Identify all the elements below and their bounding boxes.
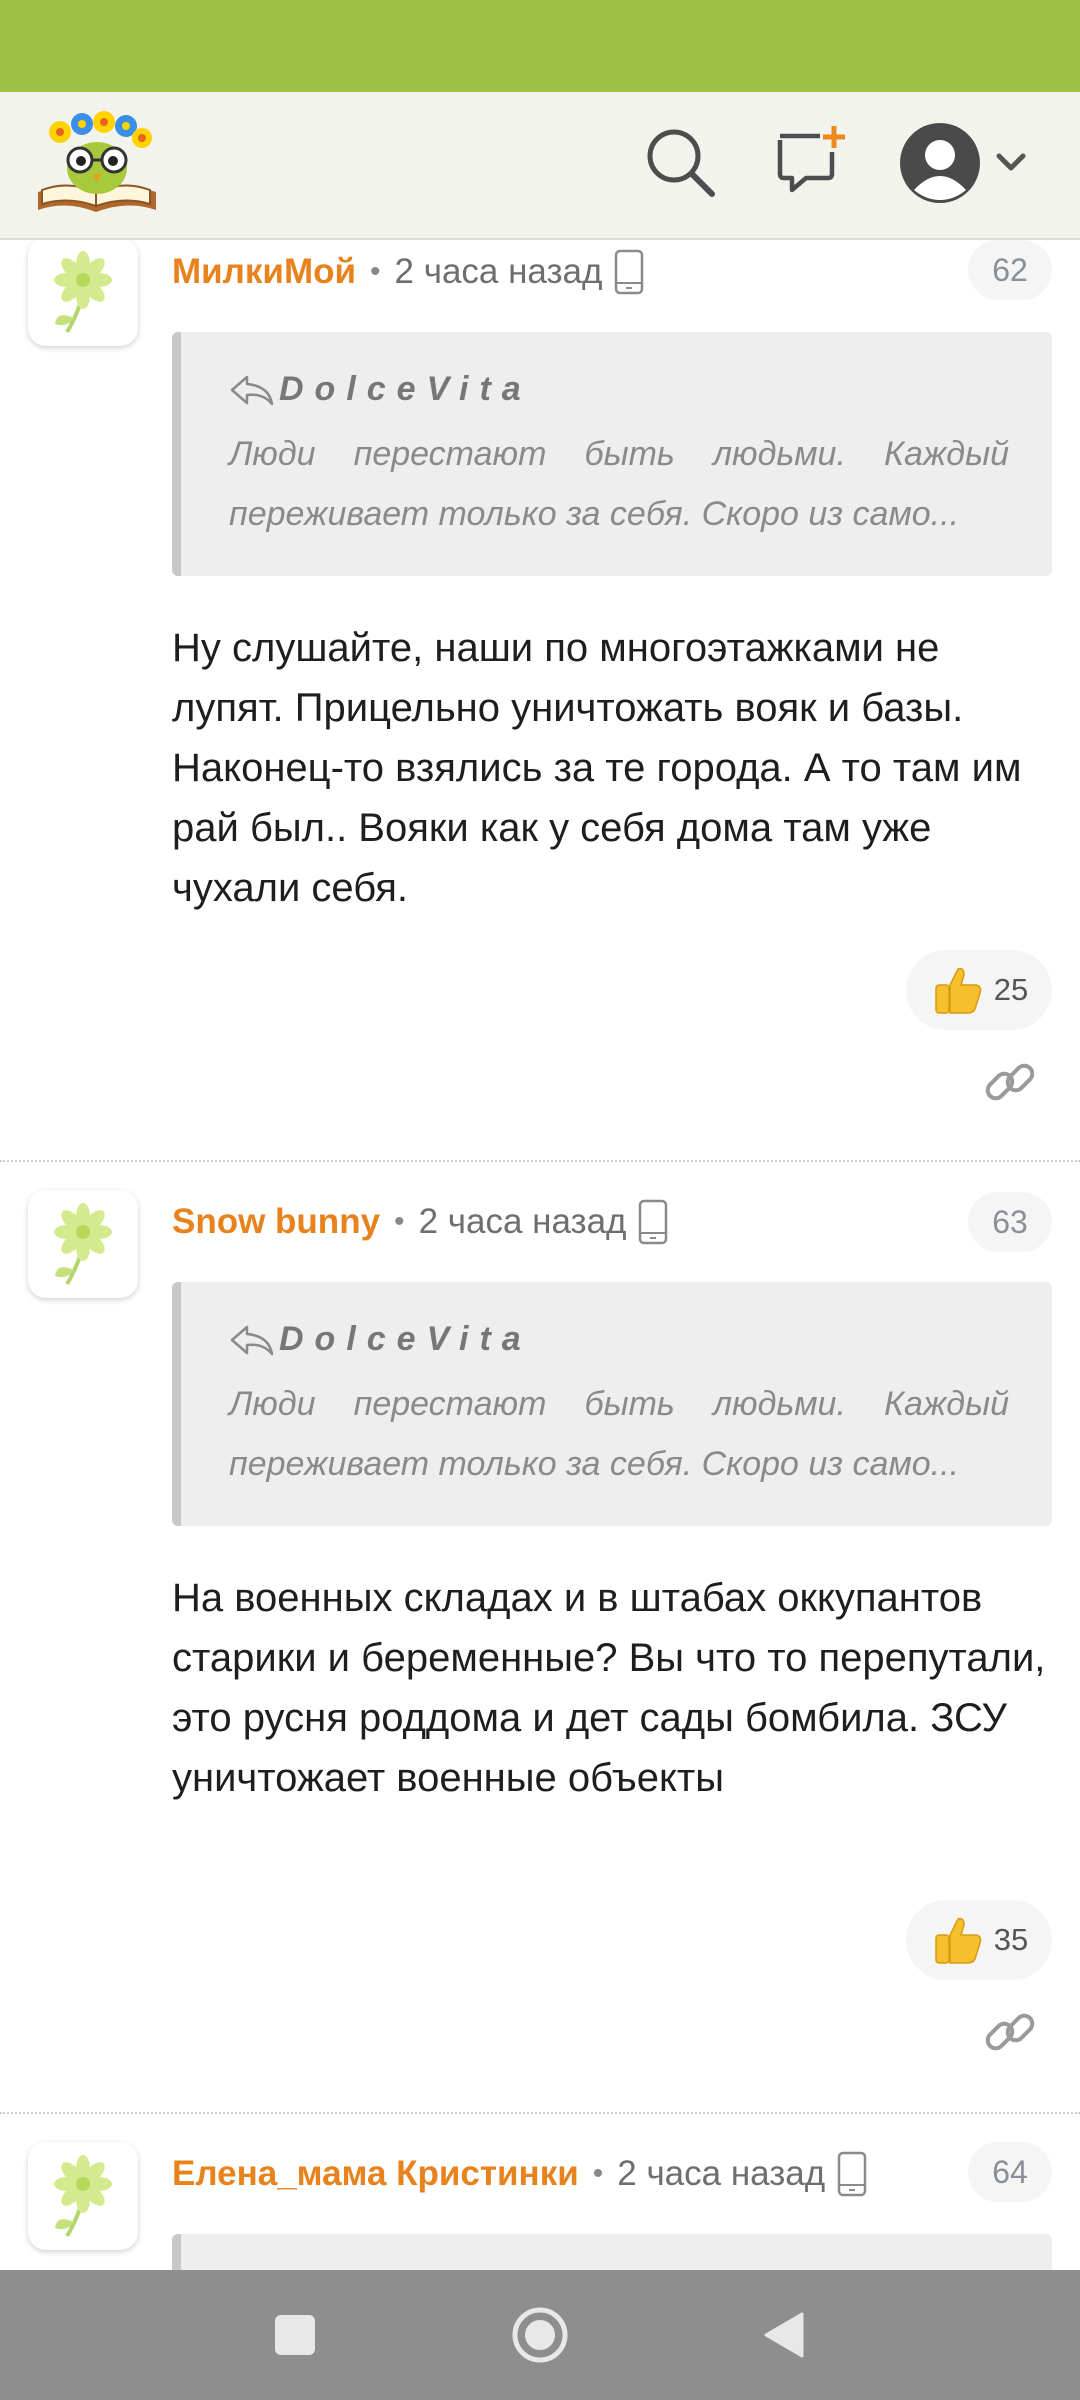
comment-divider [0,1160,1080,1162]
search-button[interactable] [640,122,720,202]
link-icon [985,2013,1035,2051]
meta-separator: • [592,2157,604,2190]
comment-meta: Елена_мама Кристинки • 2 часа назад [172,2146,867,2202]
meta-separator: • [370,255,381,288]
meta-separator: • [394,1205,405,1238]
phone-icon [837,2151,867,2197]
site-logo[interactable] [32,110,162,218]
reply-arrow-icon [230,1325,274,1355]
comment-author[interactable]: МилкиМой [172,252,356,292]
user-avatar-icon [900,123,980,203]
quote-header: DolceVita [229,370,532,409]
thumbs-up-icon [935,967,981,1014]
permalink-button[interactable] [980,2002,1040,2062]
comment-number-badge[interactable]: 62 [968,240,1052,300]
app-header [0,92,1080,240]
link-icon [985,1063,1035,1101]
phone-icon [639,1199,668,1245]
quote-line-2: переживает только за себя. Скоро из само… [229,1445,960,1483]
like-count: 35 [993,1922,1029,1957]
search-icon [647,129,715,197]
circle-icon [512,2307,568,2363]
avatar[interactable] [28,1190,138,1298]
comment-meta: МилкиМой • 2 часа назад [172,244,644,300]
recents-button[interactable] [260,2300,330,2370]
flower-icon [54,2155,112,2238]
quoted-reply[interactable]: DolceVita Люди перестают быть людьми. Ка… [172,1282,1052,1526]
comment-divider [0,2112,1080,2114]
square-icon [275,2315,315,2355]
like-button[interactable]: 35 [906,1900,1052,1980]
like-button[interactable]: 25 [906,950,1052,1030]
avatar[interactable] [28,240,138,346]
phone-icon [615,249,644,295]
comment-meta: Snow bunny • 2 часа назад [172,1194,668,1250]
avatar[interactable] [28,2142,138,2250]
new-post-button[interactable] [772,122,852,202]
comment-text: Ну слушайте, наши по многоэтажками не лу… [172,626,1022,910]
permalink-button[interactable] [980,1052,1040,1112]
quote-author: DolceVita [279,370,532,408]
comment-author[interactable]: Елена_мама Кристинки [172,2154,579,2194]
flower-icon [54,1203,112,1286]
chat-plus-icon [777,126,845,193]
thumbs-up-icon [935,1917,981,1964]
quoted-reply[interactable] [172,2234,1052,2270]
quoted-reply[interactable]: DolceVita Люди перестают быть людьми. Ка… [172,332,1052,576]
like-count: 25 [993,972,1029,1007]
quote-line-2: переживает только за себя. Скоро из само… [229,495,960,533]
triangle-back-icon [764,2312,804,2358]
comment-author[interactable]: Snow bunny [172,1202,380,1242]
quote-text: Люди перестают быть людьми. Каждый переж… [229,424,1009,544]
comment-text: На военных складах и в штабах оккупантов… [172,1576,1046,1800]
quote-author: DolceVita [279,1320,532,1358]
comment-number-badge[interactable]: 64 [968,2142,1052,2202]
back-button[interactable] [750,2300,820,2370]
chevron-down-icon [996,153,1026,171]
reply-arrow-icon [230,375,274,405]
quote-line-1: Люди перестают быть людьми. Каждый [229,1385,1009,1423]
quote-text: Люди перестают быть людьми. Каждый переж… [229,1374,1009,1494]
comment-number-badge[interactable]: 63 [968,1192,1052,1252]
home-button[interactable] [505,2300,575,2370]
status-bar [0,0,1080,92]
system-navigation-bar [0,2270,1080,2400]
quote-line-1: Люди перестают быть людьми. Каждый [229,435,1009,473]
comment-time: 2 часа назад [617,2154,826,2193]
comment-time: 2 часа назад [418,1202,627,1241]
comment-time: 2 часа назад [394,252,603,291]
profile-menu-button[interactable] [896,118,1042,208]
comments-feed[interactable]: МилкиМой • 2 часа назад 62 DolceVita Люд… [0,240,1080,2270]
quote-header: DolceVita [229,1320,532,1359]
flower-icon [54,251,112,334]
